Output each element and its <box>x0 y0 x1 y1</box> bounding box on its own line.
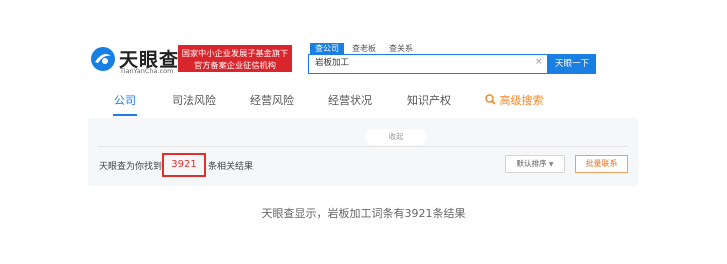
banner-line-2: 官方备案企业征信机构 <box>194 60 276 70</box>
bulk-contact-button[interactable]: 批量联系 <box>575 155 628 173</box>
nav-tab-legal-risk[interactable]: 司法风险 <box>172 92 216 108</box>
chevron-down-icon: ▼ <box>548 161 554 168</box>
result-count: 3921 <box>162 153 206 177</box>
active-tab-indicator <box>113 114 137 116</box>
search-icon <box>485 94 500 107</box>
nav-tab-operation-status[interactable]: 经营状况 <box>328 92 372 108</box>
nav-tab-company[interactable]: 公司 <box>114 92 136 108</box>
nav-tab-ip[interactable]: 知识产权 <box>407 92 451 108</box>
search-input[interactable]: 岩板加工 <box>308 54 548 74</box>
advanced-search-label: 高级搜索 <box>499 94 544 107</box>
result-suffix: 条相关结果 <box>208 162 254 172</box>
tianyancha-logo-icon <box>90 46 116 72</box>
search-button[interactable]: 天眼一下 <box>548 54 596 74</box>
divider <box>98 146 628 147</box>
sort-dropdown[interactable]: 默认排序 ▼ <box>505 155 565 173</box>
result-prefix: 天眼查为你找到 <box>99 162 163 172</box>
nav-tab-operation-risk[interactable]: 经营风险 <box>250 92 294 108</box>
advanced-search-link[interactable]: 高级搜索 <box>485 92 544 108</box>
brand-domain: TianYanCha.com <box>120 67 174 75</box>
collapse-button[interactable]: 收起 <box>365 129 427 145</box>
official-banner: 国家中小企业发展子基金旗下 官方备案企业征信机构 <box>178 45 292 72</box>
caption: 天眼查显示，岩板加工词条有3921条结果 <box>261 207 466 220</box>
sort-label: 默认排序 <box>516 159 547 168</box>
banner-line-1: 国家中小企业发展子基金旗下 <box>181 48 289 58</box>
clear-icon[interactable]: × <box>535 57 543 67</box>
